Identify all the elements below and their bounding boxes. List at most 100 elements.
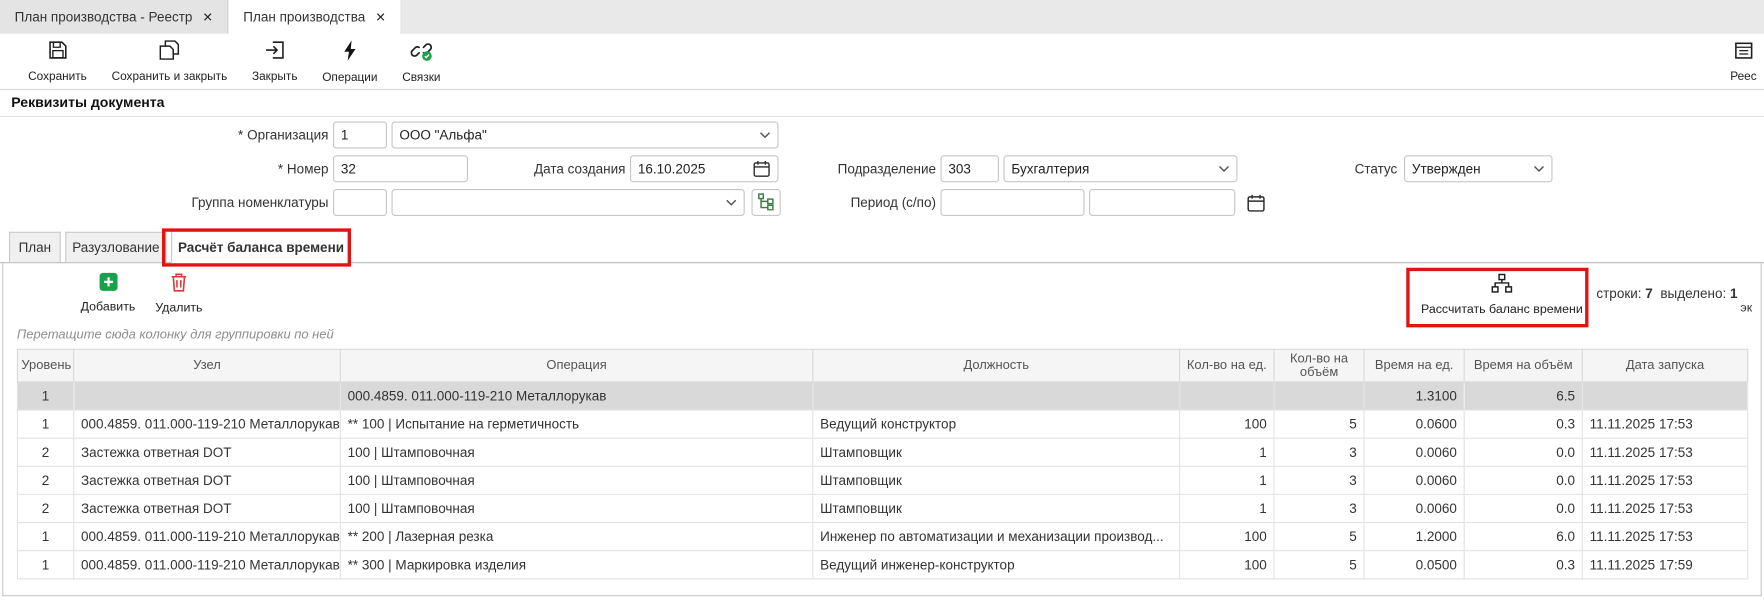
column-header-1[interactable]: Уровень [17,349,73,382]
window-tab-plan[interactable]: План производства ✕ [229,0,402,34]
registry-button[interactable]: Реес [1726,36,1761,88]
grid-cell: ** 300 | Маркировка изделия [340,551,813,579]
table-row[interactable]: 2Застежка ответная DOT100 | Штамповочная… [17,494,1747,522]
period-to-input[interactable] [1089,189,1235,216]
grid-cell: 0.0060 [1364,438,1464,466]
department-select[interactable]: Бухгалтерия [1004,155,1238,182]
grid-cell: 1 [1180,494,1275,522]
add-button[interactable]: Добавить [75,272,140,314]
window-tab-bar: План производства - Реестр ✕ План произв… [0,0,1764,34]
calculate-balance-button[interactable]: Рассчитать баланс времени [1416,273,1587,316]
grid-cell: 000.4859. 011.000-119-210 Металлорукав [74,551,341,579]
column-header-3[interactable]: Операция [340,349,813,382]
truncated-export-label: эк [1740,302,1752,316]
add-icon [98,272,117,297]
calendar-icon[interactable] [1247,194,1266,213]
grid-cell: 11.11.2025 17:53 [1582,438,1747,466]
creation-date-label: Дата создания [509,155,626,182]
tab-close-icon[interactable]: ✕ [203,10,213,25]
grid-cell: 000.4859. 011.000-119-210 Металлорукав [74,410,341,438]
tab-razuzlovanie[interactable]: Разузлование [65,232,166,262]
table-row[interactable]: 1000.4859. 011.000-119-210 Металлорукав*… [17,551,1747,579]
tab-plan[interactable]: План [9,232,61,262]
close-icon [264,39,285,66]
operations-icon [341,39,359,67]
time-balance-panel: Добавить Удалить Рассчитать баланс време… [2,263,1762,596]
grid-cell: Ведущий инженер-конструктор [813,551,1180,579]
rows-info: строки: 7 выделено: 1 [1596,286,1737,302]
document-tab-strip: План Разузлование Расчёт баланса времени [0,230,1764,264]
column-header-8[interactable]: Время на объём [1464,349,1582,382]
table-row[interactable]: 1000.4859. 011.000-119-210 Металлорукав*… [17,523,1747,551]
status-select[interactable]: Утвержден [1404,155,1553,182]
nomenclature-group-code-input[interactable] [333,189,387,216]
grid-cell: Ведущий конструктор [813,410,1180,438]
tab-time-balance[interactable]: Расчёт баланса времени [171,231,351,264]
column-header-5[interactable]: Кол-во на ед. [1180,349,1275,382]
grid-cell: 1 [1180,438,1275,466]
grid-cell: 6.0 [1464,523,1582,551]
save-button[interactable]: Сохранить [16,35,99,87]
table-row[interactable]: 1000.4859. 011.000-119-210 Металлорукав*… [17,410,1747,438]
grid-cell: 0.0500 [1364,551,1464,579]
column-header-9[interactable]: Дата запуска [1582,349,1747,382]
grid-cell: 1.2000 [1364,523,1464,551]
grid-cell: 0.0 [1464,466,1582,494]
department-code-input[interactable]: 303 [941,155,1000,182]
grid-cell [813,382,1180,410]
column-header-7[interactable]: Время на ед. [1364,349,1464,382]
column-header-6[interactable]: Кол-во на объём [1274,349,1364,382]
grid-cell [1274,382,1364,410]
department-label: Подразделение [819,155,936,182]
number-input[interactable]: 32 [333,155,468,182]
grid-cell: 0.0 [1464,494,1582,522]
group-by-hint: Перетащите сюда колонку для группировки … [3,329,1760,349]
table-row[interactable]: 2Застежка ответная DOT100 | Штамповочная… [17,466,1747,494]
creation-date-input[interactable]: 16.10.2025 [630,155,779,182]
save-close-icon [158,39,181,66]
close-button[interactable]: Закрыть [240,35,310,87]
column-header-4[interactable]: Должность [813,349,1180,382]
window-tab-registry[interactable]: План производства - Реестр ✕ [0,0,229,34]
delete-button[interactable]: Удалить [150,272,209,315]
add-button-label: Добавить [81,300,136,314]
main-toolbar: Сохранить Сохранить и закрыть Закрыть Оп… [0,34,1764,90]
nomenclature-group-label: Группа номенклатуры [160,189,329,216]
grid-cell: 5 [1274,523,1364,551]
operations-button[interactable]: Операции [310,35,390,87]
calendar-icon[interactable] [753,160,771,178]
grid-cell: 2 [17,438,73,466]
grid-cell: 3 [1274,466,1364,494]
grid-cell: 11.11.2025 17:59 [1582,551,1747,579]
grid-cell: 100 | Штамповочная [340,466,813,494]
grid-cell: 3 [1274,494,1364,522]
tree-select-icon [757,192,775,213]
table-row[interactable]: 2Застежка ответная DOT100 | Штамповочная… [17,438,1747,466]
delete-icon [170,272,188,298]
app-window: План производства - Реестр ✕ План произв… [0,0,1764,601]
save-icon [47,39,68,66]
organization-select[interactable]: ООО "Альфа" [392,122,779,149]
tab-close-icon[interactable]: ✕ [375,10,385,25]
nomenclature-tree-button[interactable] [752,189,781,216]
table-row[interactable]: 1000.4859. 011.000-119-210 Металлорукав1… [17,382,1747,410]
section-title: Реквизиты документа [0,90,1764,117]
nomenclature-group-select[interactable] [392,189,745,216]
grid-cell: 0.0600 [1364,410,1464,438]
grid-cell: Застежка ответная DOT [74,466,341,494]
grid-cell: 100 | Штамповочная [340,494,813,522]
grid-cell: Застежка ответная DOT [74,494,341,522]
chevron-down-icon [759,132,770,139]
window-tab-label: План производства [243,9,365,25]
grid-cell: 000.4859. 011.000-119-210 Металлорукав [340,382,813,410]
grid-toolbar: Добавить Удалить Рассчитать баланс време… [3,263,1760,328]
period-from-input[interactable] [941,189,1085,216]
operations-button-label: Операции [322,70,377,84]
column-header-2[interactable]: Узел [74,349,341,382]
grid-cell: Штамповщик [813,494,1180,522]
grid-cell: 6.5 [1464,382,1582,410]
organization-code-input[interactable]: 1 [333,122,387,149]
links-button[interactable]: Связки [390,35,453,87]
grid-cell: 100 [1180,410,1275,438]
save-and-close-button[interactable]: Сохранить и закрыть [99,35,239,87]
